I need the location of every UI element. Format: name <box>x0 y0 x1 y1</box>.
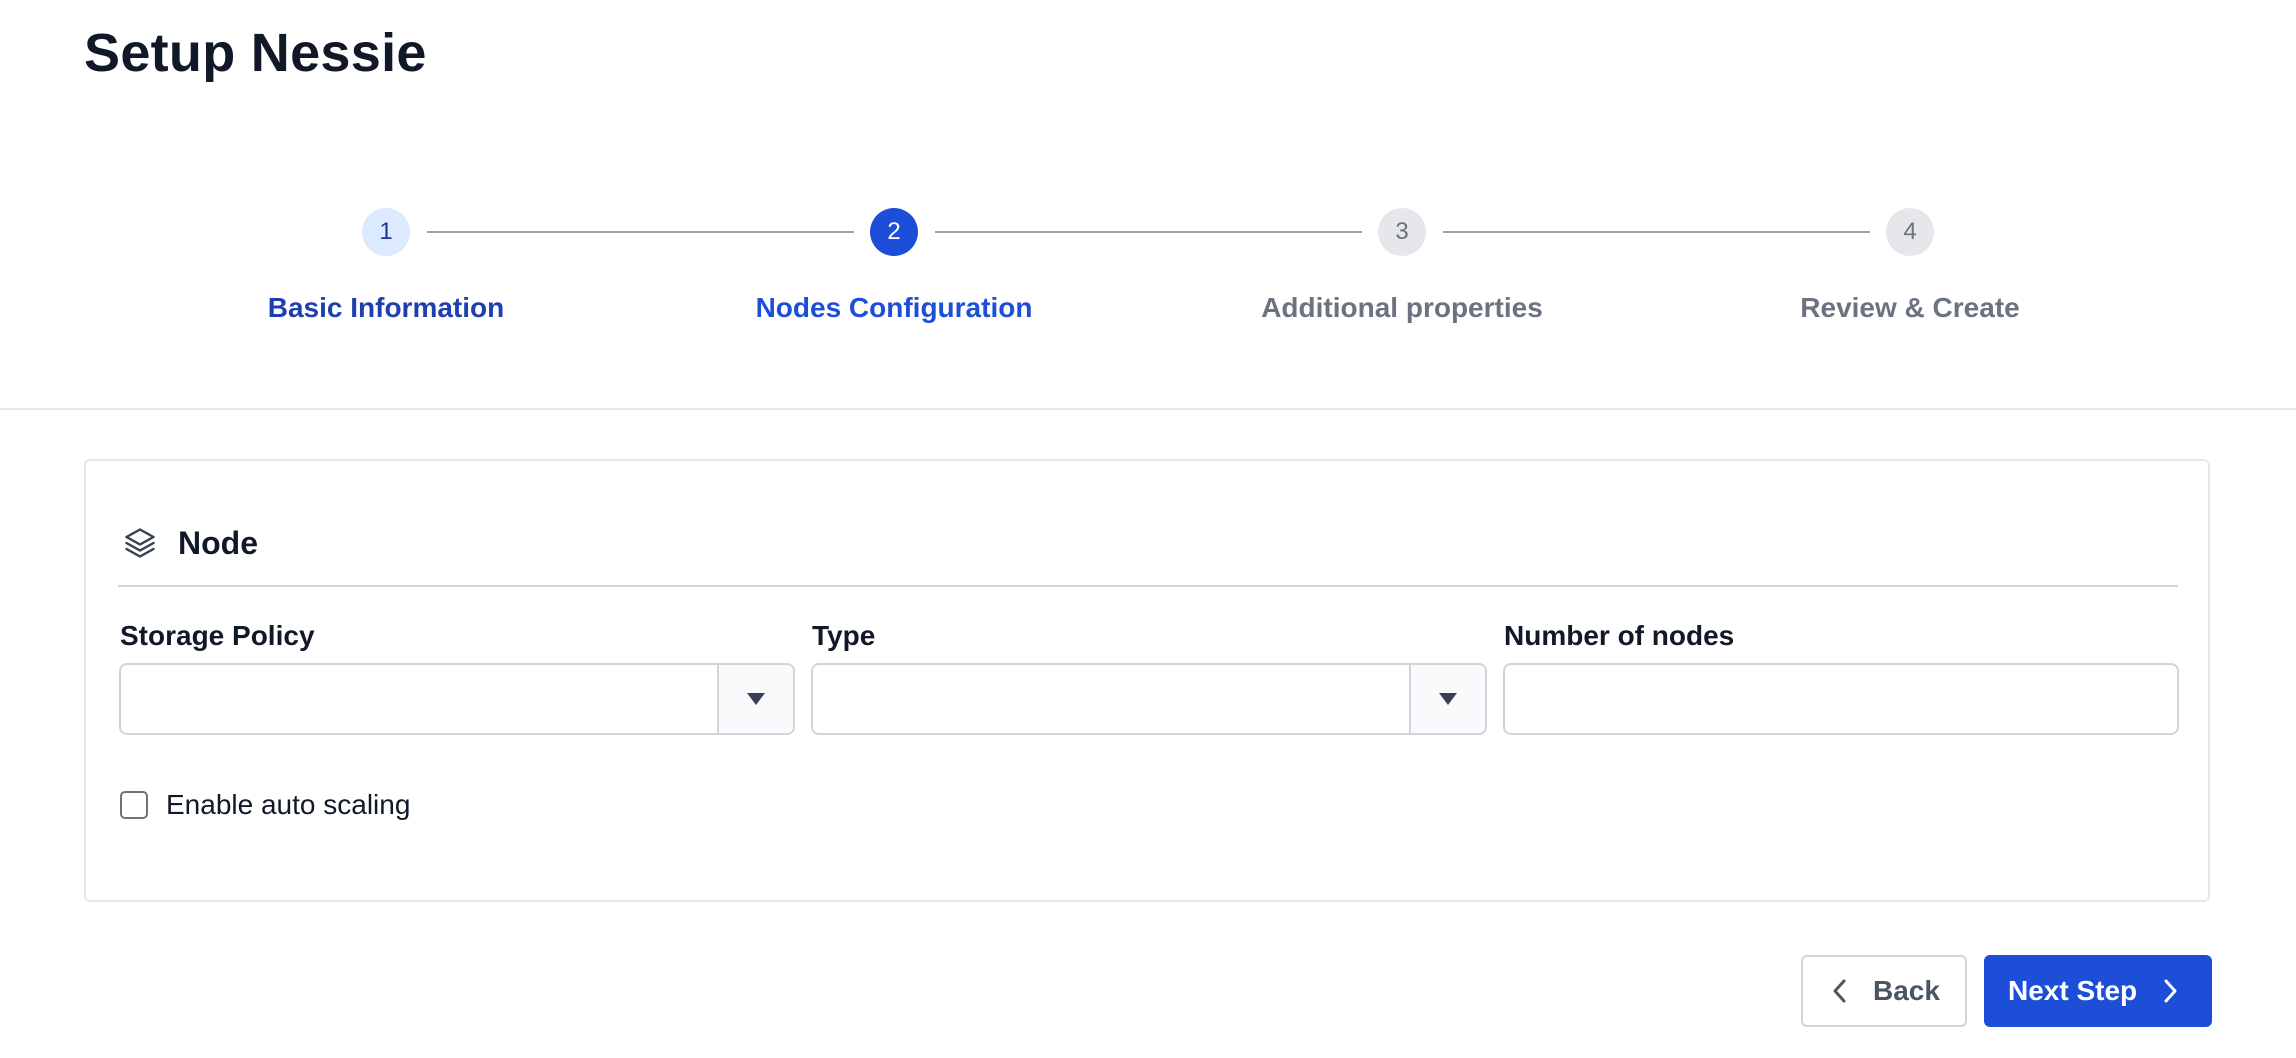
storage-policy-select[interactable] <box>119 663 795 735</box>
step-connector-2-3 <box>935 231 1362 233</box>
node-card-header: Node <box>120 513 258 573</box>
step-2-label[interactable]: Nodes Configuration <box>694 290 1094 326</box>
step-4-indicator: 4 <box>1886 208 1934 256</box>
type-label: Type <box>812 620 876 651</box>
storage-policy-dropdown-button[interactable] <box>717 665 793 733</box>
node-card: Node Storage Policy Type Number of nodes… <box>84 459 2210 902</box>
step-3-label: Additional properties <box>1261 292 1543 323</box>
caret-down-icon <box>1439 693 1457 705</box>
layers-icon <box>120 523 160 563</box>
number-of-nodes-input[interactable] <box>1503 663 2179 735</box>
auto-scaling-label[interactable]: Enable auto scaling <box>166 789 410 821</box>
chevron-left-icon <box>1829 978 1851 1004</box>
type-dropdown-button[interactable] <box>1409 665 1485 733</box>
storage-policy-label: Storage Policy <box>120 620 315 651</box>
auto-scaling-checkbox[interactable] <box>120 791 148 819</box>
chevron-right-icon <box>2159 978 2181 1004</box>
step-2-indicator[interactable]: 2 <box>870 208 918 256</box>
step-3-indicator: 3 <box>1378 208 1426 256</box>
next-step-button[interactable]: Next Step <box>1984 955 2212 1027</box>
step-connector-1-2 <box>427 231 854 233</box>
back-button[interactable]: Back <box>1801 955 1967 1027</box>
section-divider <box>0 408 2296 410</box>
auto-scaling-row[interactable]: Enable auto scaling <box>120 785 410 825</box>
next-step-button-label: Next Step <box>2008 975 2138 1006</box>
stepper: 1 2 3 4 Basic Information Nodes Configur… <box>0 0 2296 410</box>
card-divider <box>118 585 2178 587</box>
node-card-title: Node <box>178 524 258 561</box>
step-1-indicator[interactable]: 1 <box>362 208 410 256</box>
type-select[interactable] <box>811 663 1487 735</box>
back-button-label: Back <box>1873 975 1940 1006</box>
step-4-label: Review & Create <box>1800 292 2020 323</box>
step-1-label[interactable]: Basic Information <box>186 290 586 326</box>
step-connector-3-4 <box>1443 231 1870 233</box>
number-of-nodes-label: Number of nodes <box>1504 620 1735 651</box>
caret-down-icon <box>747 693 765 705</box>
